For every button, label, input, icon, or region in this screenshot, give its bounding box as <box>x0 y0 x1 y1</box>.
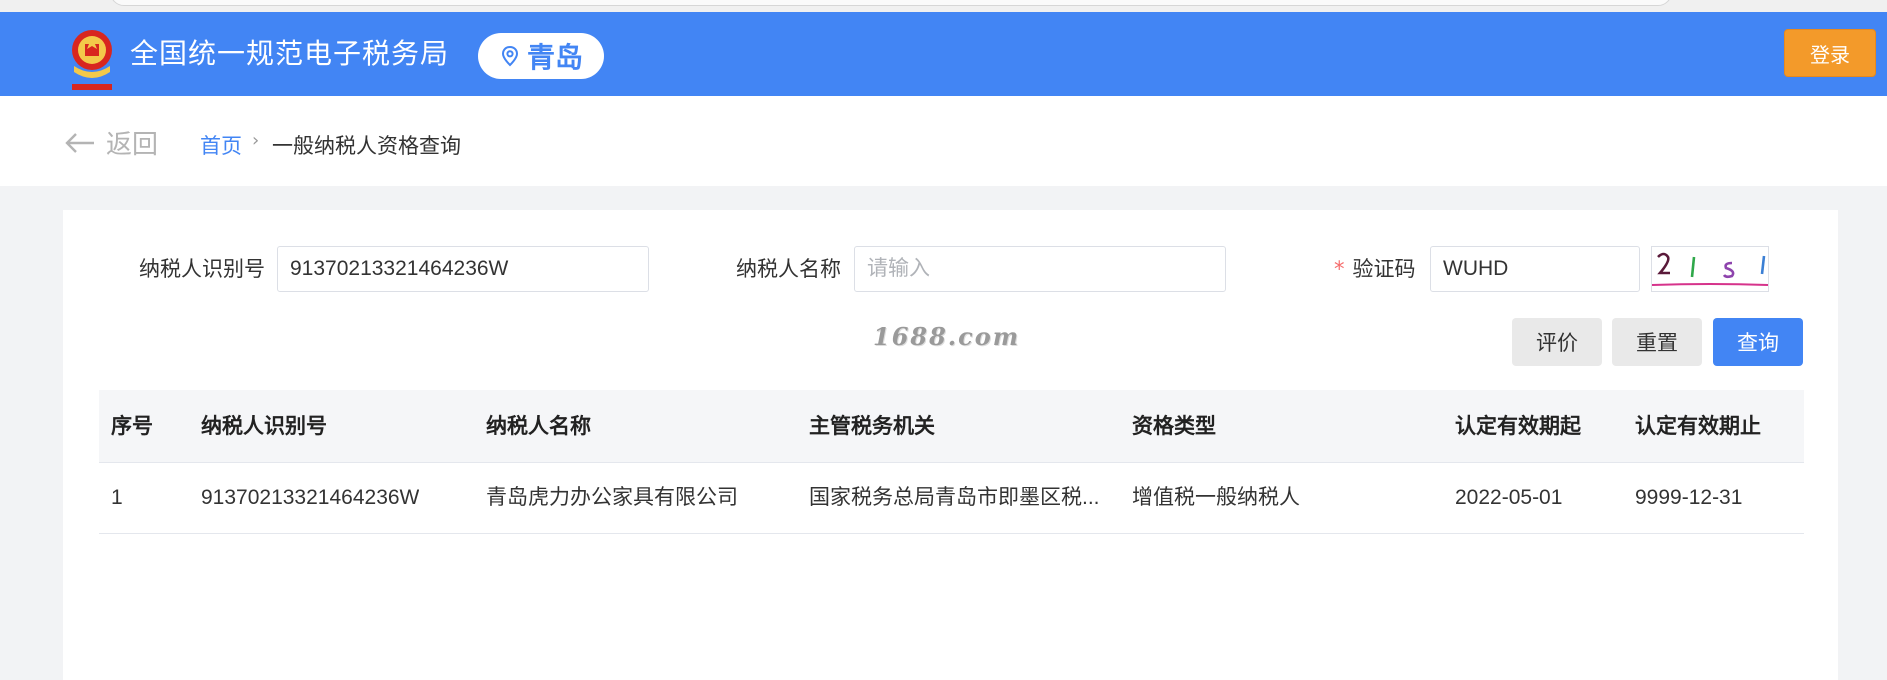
arrow-left-icon <box>65 132 94 153</box>
back-label: 返回 <box>106 130 159 160</box>
captcha-input[interactable]: WUHD <box>1430 246 1640 292</box>
login-button[interactable]: 登录 <box>1784 29 1876 77</box>
captcha-image[interactable] <box>1651 246 1769 292</box>
cell-taxpayer-name: 青岛虎力办公家具有限公司 <box>486 486 738 509</box>
breadcrumb-separator: › <box>252 130 260 151</box>
site-title: 全国统一规范电子税务局 <box>130 37 450 70</box>
table-row[interactable]: 1 91370213321464236W 青岛虎力办公家具有限公司 国家税务总局… <box>99 463 1804 534</box>
breadcrumb-home-link[interactable]: 首页 <box>200 130 242 160</box>
column-header: 序号 <box>111 414 153 438</box>
query-panel: 纳税人识别号 91370213321464236W 纳税人名称 请输入 * 验证码… <box>63 210 1838 680</box>
table-header: 序号 纳税人识别号 纳税人名称 主管税务机关 资格类型 认定有效期起 认定有效期… <box>99 390 1804 463</box>
column-header: 纳税人名称 <box>486 414 591 438</box>
cell-tax-authority: 国家税务总局青岛市即墨区税... <box>809 486 1100 509</box>
tax-emblem-icon <box>72 30 112 90</box>
taxpayer-name-label: 纳税人名称 <box>736 257 841 281</box>
reset-button[interactable]: 重置 <box>1612 318 1702 366</box>
cell-valid-from: 2022-05-01 <box>1455 486 1563 509</box>
column-header: 纳税人识别号 <box>201 414 327 438</box>
cell-index: 1 <box>111 486 123 509</box>
column-header: 认定有效期止 <box>1635 414 1761 438</box>
result-table: 序号 纳税人识别号 纳税人名称 主管税务机关 资格类型 认定有效期起 认定有效期… <box>99 390 1804 534</box>
cell-valid-to: 9999-12-31 <box>1635 486 1743 509</box>
column-header: 资格类型 <box>1132 414 1216 438</box>
cell-taxpayer-id: 91370213321464236W <box>201 486 420 509</box>
location-pin-icon <box>501 45 518 67</box>
captcha-label-text: 验证码 <box>1352 257 1416 281</box>
breadcrumb-bar: 返回 首页 › 一般纳税人资格查询 <box>0 96 1887 186</box>
taxpayer-id-label: 纳税人识别号 <box>139 257 265 281</box>
captcha-label: * 验证码 <box>1334 246 1416 292</box>
watermark: 1688.com <box>873 322 1021 351</box>
cell-qualification-type: 增值税一般纳税人 <box>1132 486 1300 509</box>
evaluate-button[interactable]: 评价 <box>1512 318 1602 366</box>
site-header: 全国统一规范电子税务局 青岛 登录 <box>0 12 1887 96</box>
breadcrumb-current: 一般纳税人资格查询 <box>272 134 461 158</box>
address-bar-edge <box>110 0 1672 6</box>
column-header: 认定有效期起 <box>1455 414 1581 438</box>
city-selector[interactable]: 青岛 <box>478 33 604 79</box>
back-button[interactable]: 返回 <box>64 124 158 161</box>
taxpayer-id-input[interactable]: 91370213321464236W <box>277 246 649 292</box>
required-mark: * <box>1334 257 1345 281</box>
browser-top-strip <box>0 0 1887 12</box>
taxpayer-name-input[interactable]: 请输入 <box>854 246 1226 292</box>
captcha-noise-icon <box>1651 252 1769 286</box>
query-button[interactable]: 查询 <box>1713 318 1803 366</box>
city-name: 青岛 <box>526 41 583 74</box>
column-header: 主管税务机关 <box>809 414 935 438</box>
